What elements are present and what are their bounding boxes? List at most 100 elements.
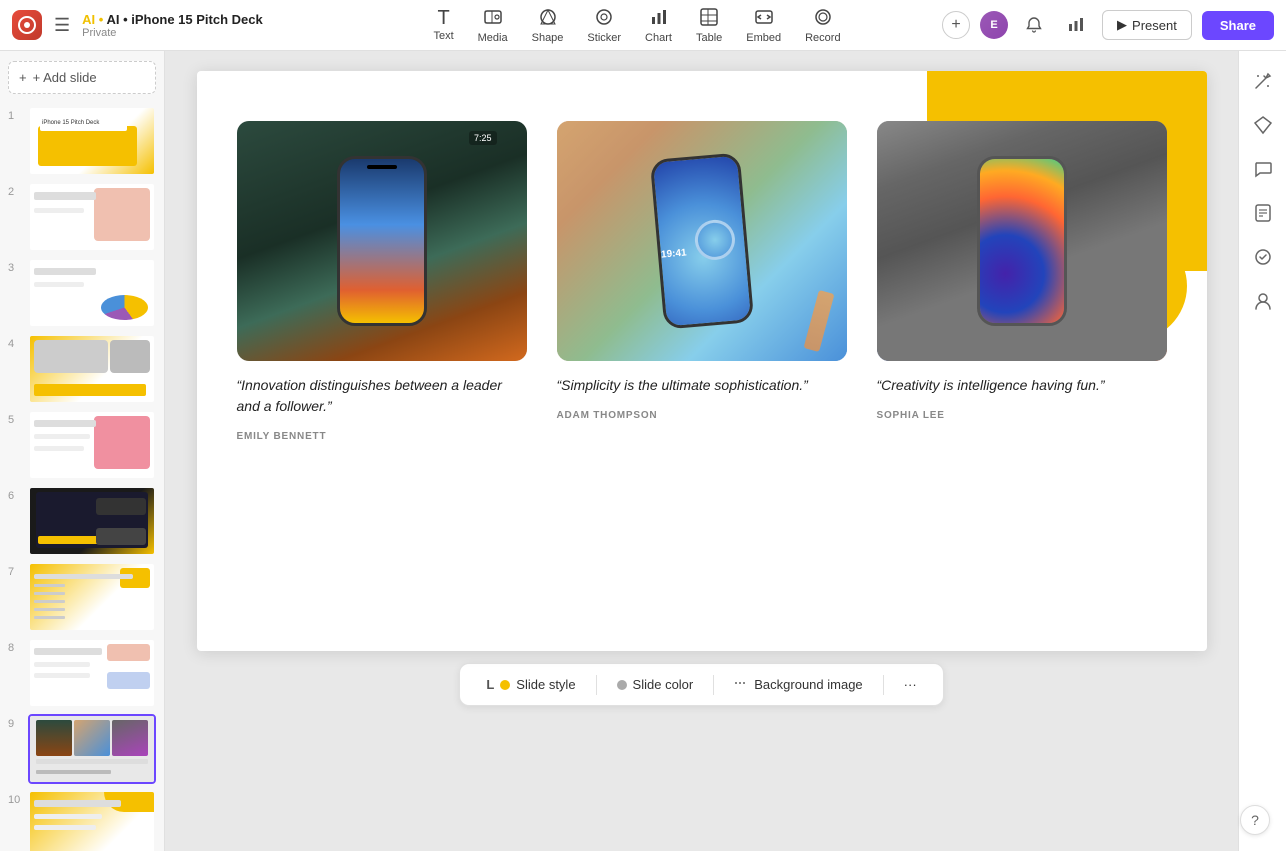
slide-thumb-5[interactable] <box>28 410 156 480</box>
tool-media[interactable]: Media <box>468 3 518 48</box>
help-label: ? <box>1251 812 1259 828</box>
chart-icon <box>649 7 669 30</box>
quote-card-1: 7:25 “Innovation distinguishes between a… <box>237 121 527 442</box>
slide-item-1[interactable]: 1 iPhone 15 Pitch Deck <box>8 106 156 176</box>
slide-thumb-8[interactable] <box>28 638 156 708</box>
embed-icon <box>754 7 774 30</box>
tool-chart[interactable]: Chart <box>635 3 682 48</box>
table-icon <box>699 7 719 30</box>
slide-thumb-9[interactable] <box>28 714 156 784</box>
slide-item-6[interactable]: 6 <box>8 486 156 556</box>
slide-thumb-2[interactable] <box>28 182 156 252</box>
quote-author-3: SOPHIA LEE <box>877 410 1167 421</box>
slide-style-button[interactable]: L Slide style <box>476 673 585 696</box>
doc-subtitle: Private <box>82 27 263 39</box>
phone-mockup-3 <box>977 156 1067 326</box>
stats-button[interactable] <box>1060 9 1092 41</box>
quote-image-2: 19:41 <box>557 121 847 361</box>
slide-item-8[interactable]: 8 <box>8 638 156 708</box>
bg-line-icon <box>734 676 748 693</box>
diamond-button[interactable] <box>1245 107 1281 143</box>
thumb-inner-5 <box>30 412 154 478</box>
more-options-label: ··· <box>904 677 917 692</box>
phone-screen-3 <box>980 159 1064 323</box>
title-text: AI • iPhone 15 Pitch Deck <box>106 12 262 27</box>
top-toolbar: ☰ AI • AI • iPhone 15 Pitch Deck Private… <box>0 0 1286 51</box>
media-icon <box>483 7 503 30</box>
tool-shape[interactable]: Shape <box>522 3 574 48</box>
quote-author-1: EMILY BENNETT <box>237 431 527 442</box>
slide-thumb-10[interactable] <box>28 790 156 851</box>
tool-table[interactable]: Table <box>686 3 732 48</box>
thumb-inner-9 <box>30 716 154 782</box>
phone-mockup-1 <box>337 156 427 326</box>
text-label: Text <box>433 30 453 42</box>
record-icon <box>813 7 833 30</box>
tool-embed[interactable]: Embed <box>736 3 791 48</box>
play-icon: ▶ <box>1117 17 1127 33</box>
canvas-area: 7:25 “Innovation distinguishes between a… <box>165 51 1238 851</box>
slide-number-8: 8 <box>8 642 22 654</box>
notification-button[interactable] <box>1018 9 1050 41</box>
hamburger-menu[interactable]: ☰ <box>50 11 74 40</box>
sticker-label: Sticker <box>587 32 621 44</box>
record-label: Record <box>805 32 840 44</box>
slide-number-10: 10 <box>8 794 22 806</box>
doc-info: AI • AI • iPhone 15 Pitch Deck Private <box>82 12 263 39</box>
slide-thumb-6[interactable] <box>28 486 156 556</box>
add-icon: + <box>19 70 27 85</box>
tool-text[interactable]: T Text <box>423 4 463 46</box>
main-layout: + + Add slide 1 iPhone 15 Pitch Deck 2 <box>0 51 1286 851</box>
phone-screen-2: 19:41 <box>653 156 751 327</box>
slide-thumb-1[interactable]: iPhone 15 Pitch Deck <box>28 106 156 176</box>
doc-title: AI • AI • iPhone 15 Pitch Deck <box>82 12 263 27</box>
bg-image-label: Background image <box>754 677 862 692</box>
notes-button[interactable] <box>1245 195 1281 231</box>
table-label: Table <box>696 32 722 44</box>
thumb-inner-7 <box>30 564 154 630</box>
slide-thumb-3[interactable] <box>28 258 156 328</box>
share-button[interactable]: Share <box>1202 11 1274 40</box>
slide-item-2[interactable]: 2 <box>8 182 156 252</box>
user-button[interactable] <box>1245 283 1281 319</box>
divider-2 <box>713 675 714 695</box>
app-logo <box>12 10 42 40</box>
slide-item-9[interactable]: 9 <box>8 714 156 784</box>
slide-number-1: 1 <box>8 110 22 122</box>
toolbar-right: + E ▶ Present Share <box>942 9 1274 41</box>
thumb-inner-1: iPhone 15 Pitch Deck <box>30 108 154 174</box>
slide-thumb-7[interactable] <box>28 562 156 632</box>
check-button[interactable] <box>1245 239 1281 275</box>
embed-label: Embed <box>746 32 781 44</box>
comment-button[interactable] <box>1245 151 1281 187</box>
more-options-button[interactable]: ··· <box>894 673 927 696</box>
help-button[interactable]: ? <box>1240 805 1270 835</box>
tool-sticker[interactable]: Sticker <box>577 3 631 48</box>
magic-wand-button[interactable] <box>1245 63 1281 99</box>
thumb-inner-3 <box>30 260 154 326</box>
slide-color-button[interactable]: Slide color <box>607 673 704 696</box>
bg-image-button[interactable]: Background image <box>724 672 872 697</box>
slide-item-10[interactable]: 10 <box>8 790 156 851</box>
user-avatar[interactable]: E <box>980 11 1008 39</box>
slide-item-4[interactable]: 4 <box>8 334 156 404</box>
sticker-icon <box>594 7 614 30</box>
add-collaborator-button[interactable]: + <box>942 11 970 39</box>
slide-number-7: 7 <box>8 566 22 578</box>
slide-item-7[interactable]: 7 <box>8 562 156 632</box>
style-dot-icon <box>500 680 510 690</box>
tool-record[interactable]: Record <box>795 3 850 48</box>
slide-thumb-4[interactable] <box>28 334 156 404</box>
slide-item-5[interactable]: 5 <box>8 410 156 480</box>
present-button[interactable]: ▶ Present <box>1102 10 1192 40</box>
add-slide-button[interactable]: + + Add slide <box>8 61 156 94</box>
slide-item-3[interactable]: 3 <box>8 258 156 328</box>
quote-text-2: “Simplicity is the ultimate sophisticati… <box>557 375 847 396</box>
text-icon: T <box>437 8 449 28</box>
thumb-inner-10 <box>30 792 154 851</box>
slide-number-6: 6 <box>8 490 22 502</box>
shape-label: Shape <box>532 32 564 44</box>
shape-icon <box>538 7 558 30</box>
thumb-inner-4 <box>30 336 154 402</box>
thumb-inner-8 <box>30 640 154 706</box>
